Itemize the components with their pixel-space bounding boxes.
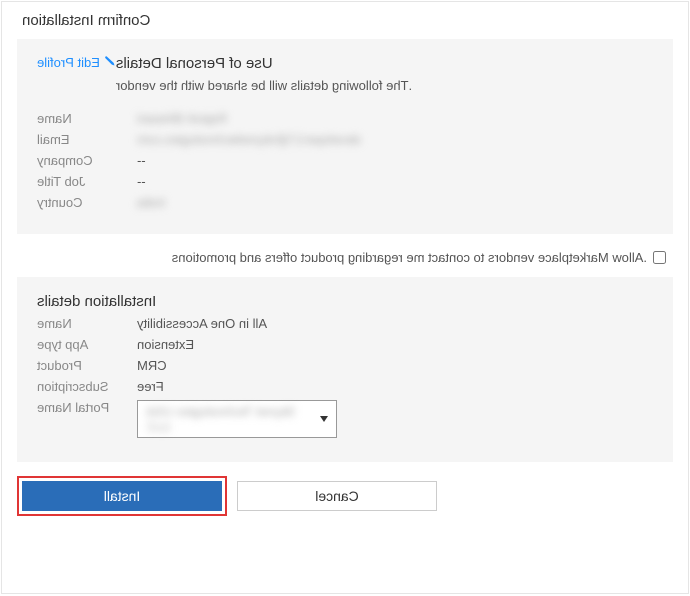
detail-value: CRM [137, 358, 653, 373]
detail-row-name: Name Rajesh Bhiwani [37, 111, 653, 126]
personal-details-section: Use of Personal Details The following de… [17, 39, 673, 234]
portal-select-value: Skynet Technologies USA LLC [146, 404, 320, 434]
consent-checkbox[interactable] [653, 251, 666, 264]
confirm-installation-modal: Confirm Installation Use of Personal Det… [1, 1, 689, 594]
pencil-icon [104, 55, 116, 70]
detail-value: -- [137, 153, 653, 168]
button-row: Install Cancel [2, 472, 688, 526]
detail-label: App type [37, 337, 137, 352]
detail-row-product: Product CRM [37, 358, 653, 373]
edit-profile-label: Edit Profile [37, 55, 100, 70]
install-section-title: Installation details [37, 293, 653, 310]
detail-label: Portal Name [37, 400, 137, 438]
install-button[interactable]: Install [22, 481, 222, 511]
personal-section-subtitle: The following details will be shared wit… [116, 78, 653, 93]
installation-details-section: Installation details Name All in One Acc… [17, 277, 673, 462]
edit-profile-link[interactable]: Edit Profile [37, 55, 116, 70]
chevron-down-icon [320, 416, 328, 422]
detail-row-country: Country India [37, 195, 653, 210]
detail-value: Extension [137, 337, 653, 352]
detail-value: -- [137, 174, 653, 189]
portal-select[interactable]: Skynet Technologies USA LLC [137, 400, 337, 438]
detail-row-subscription: Subscription Free [37, 379, 653, 394]
modal-title: Confirm Installation [2, 2, 688, 39]
detail-row-install-name: Name All in One Accessibility [37, 316, 653, 331]
detail-label: Country [37, 195, 137, 210]
detail-label: Name [37, 111, 137, 126]
detail-value: India [137, 195, 653, 210]
detail-value: Rajesh Bhiwani [137, 111, 653, 126]
detail-label: Subscription [37, 379, 137, 394]
detail-value: Free [137, 379, 653, 394]
detail-row-email: Email developer17@skynettechnologies.com [37, 132, 653, 147]
install-button-highlight: Install [17, 476, 227, 516]
detail-label: Job Title [37, 174, 137, 189]
detail-label: Name [37, 316, 137, 331]
detail-label: Email [37, 132, 137, 147]
detail-value: All in One Accessibility [137, 316, 653, 331]
detail-value: developer17@skynettechnologies.com [137, 132, 653, 147]
detail-row-portal: Portal Name Skynet Technologies USA LLC [37, 400, 653, 438]
consent-row: Allow Marketplace vendors to contact me … [2, 244, 688, 277]
detail-row-jobtitle: Job Title -- [37, 174, 653, 189]
personal-section-title: Use of Personal Details [116, 55, 653, 72]
detail-row-apptype: App type Extension [37, 337, 653, 352]
detail-label: Product [37, 358, 137, 373]
cancel-button[interactable]: Cancel [237, 481, 437, 511]
detail-row-company: Company -- [37, 153, 653, 168]
consent-label: Allow Marketplace vendors to contact me … [172, 250, 647, 265]
detail-label: Company [37, 153, 137, 168]
